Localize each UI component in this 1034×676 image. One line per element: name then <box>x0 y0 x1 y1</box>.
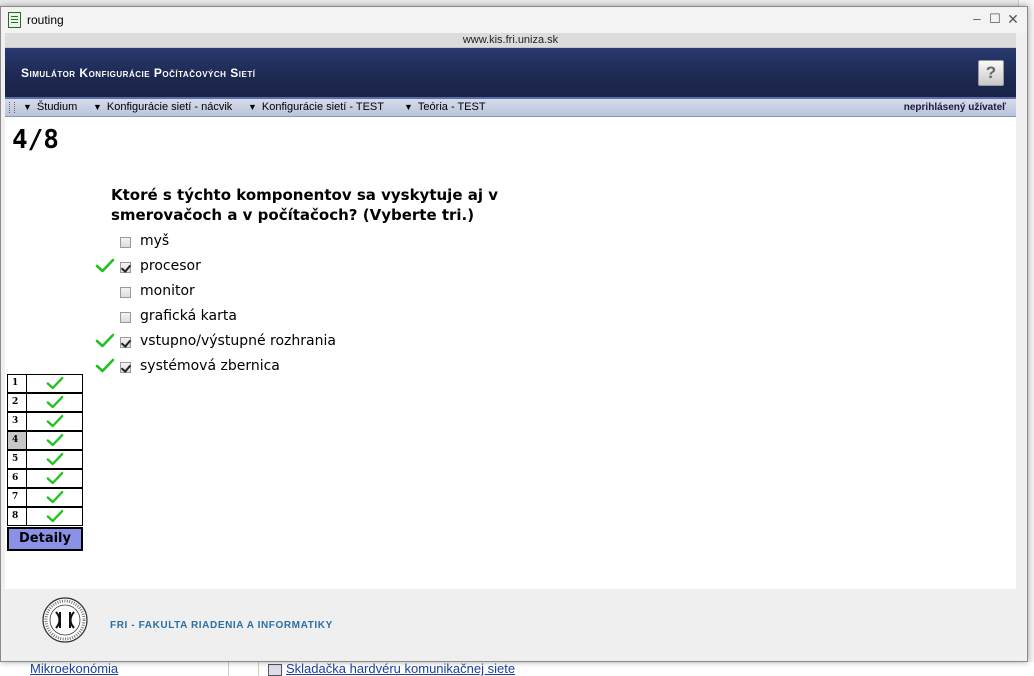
navigator-number[interactable]: 7 <box>7 488 27 507</box>
footer-faculty-name: FRI - FAKULTA RIADENIA A INFORMATIKY <box>110 620 333 631</box>
correct-check-icon <box>95 358 117 376</box>
correct-check-icon <box>46 433 64 447</box>
question-text: Ktoré s týchto komponentov sa vyskytuje … <box>111 186 498 224</box>
answer-label: grafická karta <box>140 308 237 324</box>
answer-checkbox[interactable] <box>120 362 131 373</box>
answer-label: myš <box>140 233 170 249</box>
navigator-number[interactable]: 8 <box>7 507 27 526</box>
background-divider <box>258 662 259 676</box>
correct-check-icon <box>95 333 117 351</box>
navigator-row[interactable]: 5 <box>7 450 83 469</box>
menu-label: Konfigurácie sietí - nácvik <box>106 101 233 113</box>
answer-label: monitor <box>140 283 195 299</box>
navigator-row[interactable]: 6 <box>7 469 83 488</box>
dropdown-caret-icon: ▼ <box>93 102 102 112</box>
navigator-number[interactable]: 6 <box>7 469 27 488</box>
dropdown-caret-icon: ▼ <box>23 102 32 112</box>
menu-grip-icon <box>9 102 15 113</box>
window-title: routing <box>27 13 64 27</box>
background-divider <box>228 662 229 676</box>
navigator-status <box>26 450 83 469</box>
navigator-row[interactable]: 3 <box>7 412 83 431</box>
menu-label: Študium <box>36 101 78 113</box>
correct-check-icon <box>46 414 64 428</box>
navigator-number[interactable]: 4 <box>7 431 27 450</box>
window-titlebar[interactable]: routing – ☐ ✕ <box>1 7 1027 33</box>
answer-label: procesor <box>140 258 201 274</box>
navigator-number[interactable]: 1 <box>7 374 27 393</box>
correct-check-icon <box>46 376 64 390</box>
correct-check-icon <box>95 258 117 276</box>
navigator-status <box>26 412 83 431</box>
page-footer: FRI - FAKULTA RIADENIA A INFORMATIKY <box>5 589 1016 661</box>
help-button[interactable]: ? <box>978 60 1004 86</box>
page-content: Simulátor Konfigurácie Počítačových Siet… <box>5 48 1016 589</box>
answer-label: vstupno/výstupné rozhrania <box>140 333 336 349</box>
answer-checkbox[interactable] <box>120 262 131 273</box>
navigator-status <box>26 488 83 507</box>
answer-checkbox[interactable] <box>120 337 131 348</box>
navigator-status <box>26 507 83 526</box>
navigator-number[interactable]: 5 <box>7 450 27 469</box>
question-counter: 4/8 <box>12 125 59 155</box>
navigator-row[interactable]: 2 <box>7 393 83 412</box>
answer-checkbox[interactable] <box>120 312 131 323</box>
background-link-mikroekonomia[interactable]: Mikroekonómia <box>30 662 126 676</box>
menu-teoria-test[interactable]: ▼ Teória - TEST <box>404 101 486 113</box>
minimize-button[interactable]: – <box>969 11 985 27</box>
navigator-status <box>26 431 83 450</box>
navigator-number[interactable]: 2 <box>7 393 27 412</box>
header-banner: Simulátor Konfigurácie Počítačových Siet… <box>5 48 1016 99</box>
answer-option[interactable]: grafická karta <box>95 308 425 333</box>
answer-option[interactable]: systémová zbernica <box>95 358 425 383</box>
navigator-row[interactable]: 1 <box>7 374 83 393</box>
app-title: Simulátor Konfigurácie Počítačových Siet… <box>21 66 256 80</box>
navigator-number[interactable]: 3 <box>7 412 27 431</box>
details-button[interactable]: Detaily <box>7 527 83 551</box>
menu-studium[interactable]: ▼ Študium <box>23 101 77 113</box>
correct-check-icon <box>46 471 64 485</box>
university-seal-icon <box>42 597 88 643</box>
correct-check-icon <box>46 509 64 523</box>
url-bar: www.kis.fri.uniza.sk <box>5 33 1016 48</box>
answer-checkbox[interactable] <box>120 237 131 248</box>
dropdown-caret-icon: ▼ <box>248 102 257 112</box>
close-button[interactable]: ✕ <box>1005 11 1021 27</box>
menu-label: Konfigurácie sietí - TEST <box>261 101 384 113</box>
document-icon <box>268 664 282 676</box>
answer-option[interactable]: procesor <box>95 258 425 283</box>
menu-label: Teória - TEST <box>417 101 486 113</box>
answer-option[interactable]: myš <box>95 233 425 258</box>
menu-konfiguracie-test[interactable]: ▼ Konfigurácie sietí - TEST <box>248 101 384 113</box>
background-link-skladacka[interactable]: Skladačka hardvéru komunikačnej siete <box>286 662 546 676</box>
correct-check-icon <box>46 395 64 409</box>
user-status[interactable]: neprihlásený užívateľ <box>904 102 1006 113</box>
answer-option[interactable]: monitor <box>95 283 425 308</box>
answer-label: systémová zbernica <box>140 358 280 374</box>
answer-checkbox[interactable] <box>120 287 131 298</box>
correct-check-icon <box>46 490 64 504</box>
menu-bar: ▼ Študium ▼ Konfigurácie sietí - nácvik ▼ K… <box>5 99 1016 117</box>
navigator-status <box>26 374 83 393</box>
correct-check-icon <box>46 452 64 466</box>
browser-window: routing – ☐ ✕ www.kis.fri.uniza.sk Simul… <box>0 6 1028 662</box>
dropdown-caret-icon: ▼ <box>404 102 413 112</box>
answer-option[interactable]: vstupno/výstupné rozhrania <box>95 333 425 358</box>
navigator-row[interactable]: 4 <box>7 431 83 450</box>
document-app-icon <box>8 12 21 28</box>
menu-konfiguracie-nacvik[interactable]: ▼ Konfigurácie sietí - nácvik <box>93 101 232 113</box>
navigator-status <box>26 393 83 412</box>
maximize-button[interactable]: ☐ <box>987 11 1003 27</box>
navigator-row[interactable]: 7 <box>7 488 83 507</box>
navigator-status <box>26 469 83 488</box>
navigator-row[interactable]: 8 <box>7 507 83 526</box>
